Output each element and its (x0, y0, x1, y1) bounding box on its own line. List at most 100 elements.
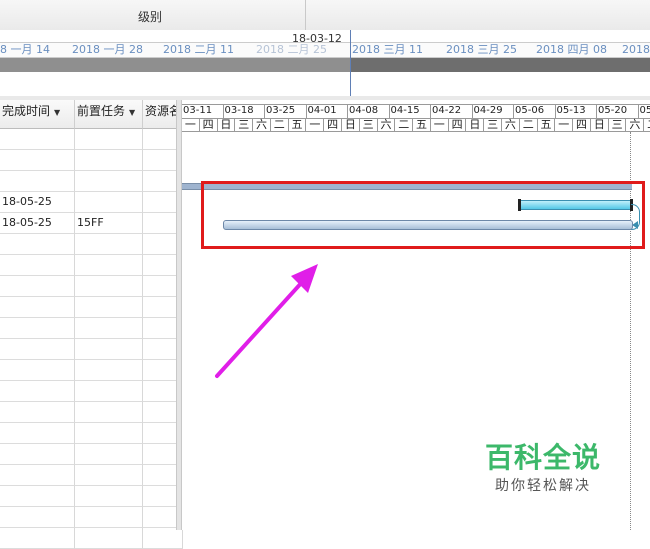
table-cell[interactable] (143, 528, 183, 549)
table-cell[interactable] (75, 318, 143, 339)
table-cell[interactable] (0, 255, 75, 276)
gantt-day-label: 六 (378, 118, 396, 132)
gantt-day-label: 二 (271, 118, 289, 132)
level-column-header[interactable]: 级别 (120, 8, 180, 25)
table-cell[interactable] (75, 255, 143, 276)
table-cell[interactable] (0, 444, 75, 465)
gantt-day-label: 四 (324, 118, 342, 132)
watermark-subtitle: 助你轻松解决 (478, 476, 608, 496)
table-cell[interactable]: 18-05-25 (0, 192, 75, 213)
gantt-week-label: 05-06 (514, 104, 556, 118)
watermark-logo: 百科全说 助你轻松解决 (478, 440, 608, 496)
table-cell[interactable] (75, 402, 143, 423)
table-cell[interactable] (0, 339, 75, 360)
highlight-box (201, 181, 645, 249)
timeline-scale-label: 2018 四月 08 (536, 43, 607, 57)
gantt-week-label: 04-01 (307, 104, 349, 118)
timeline-scale-label: 2018 三月 11 (352, 43, 423, 57)
table-cell[interactable]: 18-05-25 (0, 213, 75, 234)
gantt-day-label: 日 (466, 118, 484, 132)
gantt-day-label: 五 (538, 118, 556, 132)
table-cell[interactable] (0, 507, 75, 528)
timeline-scale-label: 2018 二月 11 (163, 43, 234, 57)
table-cell[interactable] (75, 360, 143, 381)
top-header-row: 级别 (0, 0, 650, 31)
gantt-day-label: 五 (289, 118, 307, 132)
gantt-day-label: 二 (520, 118, 538, 132)
table-cell[interactable] (75, 234, 143, 255)
timeline-scale-label: 2018 一月 28 (72, 43, 143, 57)
table-cell[interactable] (75, 297, 143, 318)
gantt-week-label: 04-15 (390, 104, 432, 118)
table-cell[interactable]: 15FF (75, 213, 143, 234)
gantt-day-label: 二 (395, 118, 413, 132)
timeline-scale-label: 2018 二月 25 (256, 43, 327, 57)
timeline-view[interactable]: 8 一月 14 2018 一月 28 2018 二月 11 2018 二月 25 201… (0, 30, 650, 96)
gantt-week-label: 03-25 (265, 104, 307, 118)
gantt-day-label: 四 (449, 118, 467, 132)
gantt-day-label: 一 (555, 118, 573, 132)
dropdown-arrow-icon[interactable]: ▼ (129, 108, 135, 117)
table-cell[interactable] (0, 423, 75, 444)
table-cell[interactable] (0, 465, 75, 486)
header-separator (305, 0, 306, 30)
table-cell[interactable] (0, 360, 75, 381)
gantt-day-label: 三 (235, 118, 253, 132)
table-cell[interactable] (75, 276, 143, 297)
table-cell[interactable] (0, 528, 75, 549)
gantt-day-label: 一 (182, 118, 200, 132)
timeline-current-date-marker (350, 30, 351, 96)
table-cell[interactable] (0, 276, 75, 297)
table-cell[interactable] (0, 234, 75, 255)
table-cell[interactable] (0, 171, 75, 192)
timeline-scale-label: 2018 三月 25 (446, 43, 517, 57)
timeline-scale-label: 8 一月 14 (0, 43, 50, 57)
gantt-day-label: 三 (484, 118, 502, 132)
table-cell[interactable] (0, 150, 75, 171)
gantt-week-label: 04-22 (431, 104, 473, 118)
gantt-day-label: 六 (253, 118, 271, 132)
table-cell[interactable] (75, 381, 143, 402)
table-cell[interactable] (75, 339, 143, 360)
timeline-visible-range[interactable] (350, 58, 650, 72)
column-header-label: 前置任务 (77, 104, 125, 118)
column-header-label: 完成时间 (2, 104, 50, 118)
table-cell[interactable] (75, 129, 143, 150)
table-cell[interactable] (75, 444, 143, 465)
table-cell[interactable] (0, 402, 75, 423)
gantt-week-label: 05 (639, 104, 650, 118)
gantt-day-label: 三 (609, 118, 627, 132)
gantt-day-label: 日 (342, 118, 360, 132)
gantt-week-label: 03-11 (182, 104, 224, 118)
table-cell[interactable] (75, 150, 143, 171)
table-cell[interactable] (0, 486, 75, 507)
gantt-day-label: 四 (573, 118, 591, 132)
gantt-week-label: 05-13 (556, 104, 598, 118)
table-cell[interactable] (0, 129, 75, 150)
gantt-day-label: 六 (627, 118, 645, 132)
table-cell[interactable] (75, 507, 143, 528)
table-cell[interactable] (75, 528, 143, 549)
task-table: 完成时间▼前置任务▼资源名18-05-2518-05-2515FF (0, 100, 176, 530)
gantt-day-label: 一 (431, 118, 449, 132)
column-header[interactable]: 前置任务 ▼ (75, 100, 143, 129)
table-cell[interactable] (75, 171, 143, 192)
gantt-day-label: 四 (200, 118, 218, 132)
gantt-week-label: 04-29 (473, 104, 515, 118)
timeline-current-date: 18-03-12 (292, 32, 342, 45)
gantt-day-label: 日 (218, 118, 236, 132)
column-header[interactable]: 完成时间 ▼ (0, 100, 75, 129)
table-cell[interactable] (75, 423, 143, 444)
gantt-week-label: 04-08 (348, 104, 390, 118)
dropdown-arrow-icon[interactable]: ▼ (54, 108, 60, 117)
table-cell[interactable] (0, 381, 75, 402)
gantt-week-label: 03-18 (224, 104, 266, 118)
table-cell[interactable] (0, 318, 75, 339)
gantt-week-label: 05-20 (597, 104, 639, 118)
table-cell[interactable] (75, 486, 143, 507)
table-cell[interactable] (0, 297, 75, 318)
table-cell[interactable] (75, 465, 143, 486)
table-cell[interactable] (75, 192, 143, 213)
gantt-day-label: 日 (591, 118, 609, 132)
timeline-scale-label: 2018 (622, 43, 650, 57)
